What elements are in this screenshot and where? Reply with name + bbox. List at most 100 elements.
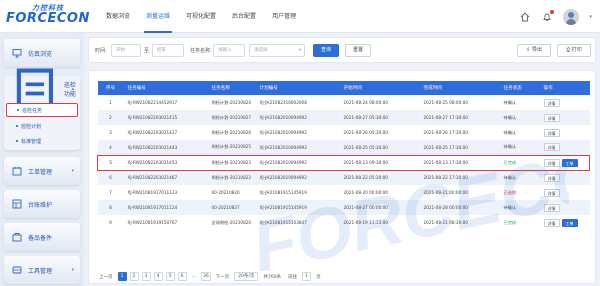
avatar[interactable] xyxy=(563,8,580,25)
detail-button[interactable]: 详情 xyxy=(543,128,560,137)
table-cell-start: 2021-08-23 09:30:00 xyxy=(339,154,420,171)
table-row[interactable]: 5 XJ-RW21082203021453 例检计划-20210823 XJ-JH21… xyxy=(97,154,590,171)
detail-button[interactable]: 详情 xyxy=(543,218,560,227)
start-date-input[interactable]: 开始 xyxy=(111,44,141,57)
table-row[interactable]: 2 XJ-RW21082203021415 例检计划-20210827 XJ-JH21… xyxy=(97,110,590,125)
detail-button[interactable]: 详情 xyxy=(543,203,560,212)
chevron-down-icon: ▾ xyxy=(298,48,301,53)
page-button[interactable]: 6 xyxy=(177,272,187,281)
end-date-input[interactable]: 结束 xyxy=(152,44,184,57)
page-size-select[interactable]: 20条/页 xyxy=(234,272,259,281)
page-button[interactable]: 1 xyxy=(117,272,127,281)
detail-button[interactable]: 详情 xyxy=(543,98,560,107)
top-bar: 力控科技 FORCECON 数据浏览 测量运维 可视化配置 后台配置 用户管理 … xyxy=(0,0,600,33)
page-button[interactable]: 4 xyxy=(153,272,163,281)
print-button[interactable]: ⎙ 打印 xyxy=(557,44,591,57)
sidebar-item-simulation[interactable]: 仿真浏览 xyxy=(4,39,80,67)
query-button[interactable]: 查询 xyxy=(313,44,339,57)
reset-button[interactable]: 重置 xyxy=(345,44,371,57)
column-header[interactable]: 序号 xyxy=(98,81,124,95)
table-row[interactable]: 7 XJ-RW21081917011123 00-20210820 XJ-JH2108… xyxy=(97,185,590,200)
table-row[interactable]: 4 XJ-RW21082203021443 例检计划-20210825 XJ-JH21… xyxy=(97,140,590,155)
table-row[interactable]: 1 XJ-RW21082214452917 例检计划-20210824 XJ-JH21… xyxy=(97,95,590,110)
nav-item-visual-config[interactable]: 可视化配置 xyxy=(178,0,224,33)
sidebar-item-inspection[interactable]: 巡检功能 ▴ xyxy=(4,68,80,110)
sidebar-item-label: 工单管理 xyxy=(28,168,53,176)
table-cell-no: 4 xyxy=(109,144,112,150)
column-header[interactable]: 任务编号 xyxy=(124,81,208,95)
export-button[interactable]: ⇪ 导出 xyxy=(517,44,551,57)
column-header[interactable]: 完成时间 xyxy=(420,81,500,95)
table-cell-ops: 详情 xyxy=(540,110,590,125)
table-cell-name: 例检计划-20210827 xyxy=(211,114,252,120)
page-button[interactable]: 3 xyxy=(141,272,151,281)
table-cell-plan-no: XJ-JH21082010094992 xyxy=(259,130,307,135)
task-name-input[interactable]: 请输入 xyxy=(213,44,245,57)
table-cell-start: 2021-08-25 05:30:00 xyxy=(343,144,388,150)
status-select[interactable]: 请选择 ▾ xyxy=(249,44,305,57)
detail-button[interactable]: 详情 xyxy=(543,143,560,152)
bell-icon[interactable] xyxy=(541,9,555,23)
status-badge: 待确认 xyxy=(503,144,517,150)
table-cell-name: 例检计划-20210824 xyxy=(211,99,252,105)
table-cell-start: 2021-08-27 05:30:00 xyxy=(343,115,388,120)
brand-logo[interactable]: 力控科技 FORCECON xyxy=(6,3,89,30)
column-header[interactable]: 开始时间 xyxy=(340,81,420,95)
column-header[interactable]: 计划编号 xyxy=(256,81,340,95)
table-cell-name: 00-20210820 xyxy=(211,190,240,195)
workorder-button[interactable]: 工单 xyxy=(561,218,578,227)
workorder-button[interactable]: 工单 xyxy=(561,158,578,167)
nav-item-operations[interactable]: 测量运维 xyxy=(138,0,178,33)
time-label: 时间: xyxy=(95,48,107,54)
nav-item-user-management[interactable]: 用户管理 xyxy=(264,0,304,33)
sidebar-item-spareparts[interactable]: 备品备件 xyxy=(4,223,80,251)
table-row[interactable]: 9 XJ-RW21081919150767 全场例检-20210820 XJ-JH21… xyxy=(97,215,590,230)
sidebar-subitem-inspection-plan[interactable]: 巡检计划 xyxy=(6,119,78,133)
home-icon[interactable] xyxy=(519,11,531,23)
bullet-icon xyxy=(16,140,18,142)
table-row[interactable]: 3 XJ-RW21082203021427 例检计划-20210826 XJ-JH21… xyxy=(97,125,590,140)
sidebar-subitem-label: 巡检计划 xyxy=(21,123,42,130)
prev-page-button[interactable]: 上一页 xyxy=(97,274,115,280)
next-page-button[interactable]: 下一页 xyxy=(214,274,232,280)
table-cell-ops: 详情 xyxy=(540,125,590,140)
sidebar-item-tools[interactable]: 工具管理 ▾ xyxy=(4,256,80,284)
sidebar-subitem-inspection-task[interactable]: 巡检任务 xyxy=(6,103,78,117)
sidebar-item-ledger[interactable]: 台账维护 xyxy=(4,190,80,218)
table-cell-end: 2021-08-25 08:00:00 xyxy=(423,100,468,105)
detail-button[interactable]: 详情 xyxy=(543,113,560,122)
page-button[interactable]: 2 xyxy=(129,272,139,281)
column-header[interactable]: 任务名称 xyxy=(208,81,256,95)
table-cell-plan-no: XJ-JH21082316602008 xyxy=(259,100,307,105)
sidebar-subitem-standard-management[interactable]: 标准管理 xyxy=(6,134,78,148)
table-cell-task-no: XJ-RW21081917011124 xyxy=(127,205,178,210)
table-cell-end: 2021-08-21 00:00:00 xyxy=(423,190,468,195)
table-row[interactable]: 6 XJ-RW21082203021467 例检计划-20210822 XJ-JH21… xyxy=(97,170,590,185)
page-button[interactable]: 5 xyxy=(165,272,175,281)
range-separator: 至 xyxy=(144,48,150,54)
goto-page-input[interactable]: 1 xyxy=(302,272,312,281)
page-button[interactable]: 36 xyxy=(201,272,211,281)
page-ellipsis[interactable]: … xyxy=(190,274,199,279)
table-cell-task-no: XJ-RW21081917011123 xyxy=(127,190,178,195)
sidebar-group-inspection: 巡检功能 ▴ 巡检任务 巡检计划 标准管理 xyxy=(4,68,80,150)
sidebar-item-label: 台账维护 xyxy=(28,201,53,209)
nav-item-backend-config[interactable]: 后台配置 xyxy=(224,0,264,33)
notification-badge xyxy=(550,9,555,14)
status-badge: 待确认 xyxy=(503,204,517,210)
table-row[interactable]: 8 XJ-RW21081917011124 00-20210827 XJ-JH2108… xyxy=(97,200,590,215)
table-cell-start: 2021-08-24 08:00:00 xyxy=(343,100,388,105)
nav-item-data-browse[interactable]: 数据浏览 xyxy=(98,0,138,33)
chevron-up-icon: ▴ xyxy=(71,86,74,92)
chevron-down-icon[interactable]: ▾ xyxy=(589,14,592,20)
page-unit-label: 页 xyxy=(316,274,321,280)
table-cell-plan-no: XJ-JH21082010094992 xyxy=(255,154,340,171)
detail-button[interactable]: 详情 xyxy=(543,158,560,167)
sidebar-item-workorder[interactable]: 工单管理 ▾ xyxy=(4,157,80,185)
table-cell-plan-no: XJ-JH21082010094992 xyxy=(259,175,307,181)
table-cell-ops: 详情 xyxy=(540,185,590,200)
column-header[interactable]: 任务状态 xyxy=(500,81,540,95)
table-cell-task-no: XJ-RW21082203021427 xyxy=(127,130,178,135)
detail-button[interactable]: 详情 xyxy=(543,173,560,182)
detail-button[interactable]: 详情 xyxy=(543,188,560,197)
